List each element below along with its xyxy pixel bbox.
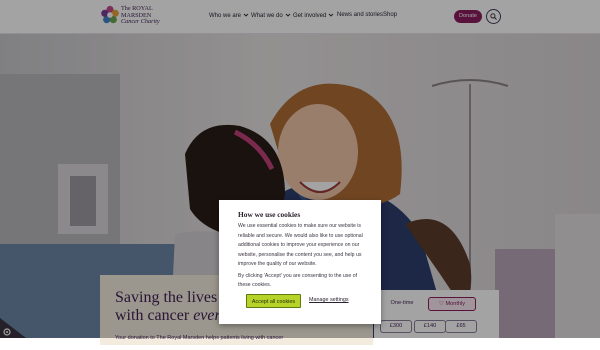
cookie-dialog-title: How we use cookies xyxy=(238,210,301,219)
cookie-dialog-paragraph: By clicking 'Accept' you are consenting … xyxy=(238,272,358,289)
cookie-dialog-body: We use essential cookies to make sure ou… xyxy=(238,222,365,291)
manage-settings-link[interactable]: Manage settings xyxy=(309,297,349,303)
cookie-dialog-paragraph: We use essential cookies to make sure ou… xyxy=(238,223,363,267)
accept-all-cookies-button[interactable]: Accept all cookies xyxy=(246,294,301,308)
